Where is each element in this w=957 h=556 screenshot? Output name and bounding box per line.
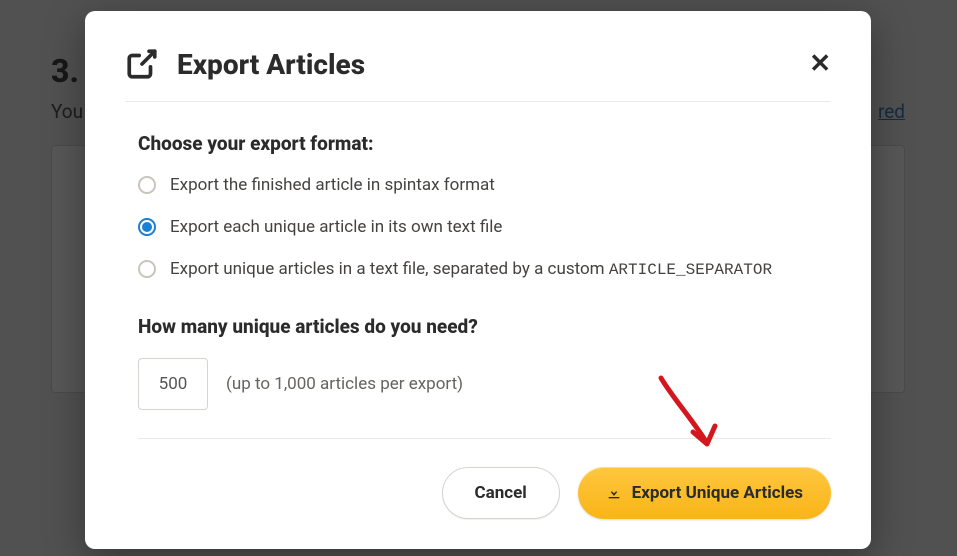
article-count-row: (up to 1,000 articles per export) — [138, 358, 831, 439]
export-format-radio-group: Export the finished article in spintax f… — [138, 175, 831, 279]
radio-label: Export unique articles in a text file, s… — [170, 259, 772, 279]
close-icon[interactable]: ✕ — [809, 51, 831, 77]
radio-icon — [138, 218, 156, 236]
article-count-hint: (up to 1,000 articles per export) — [226, 374, 463, 394]
separator-code: ARTICLE_SEPARATOR — [609, 261, 772, 279]
export-unique-articles-button[interactable]: Export Unique Articles — [578, 467, 831, 519]
modal-title: Export Articles — [177, 48, 365, 81]
radio-icon — [138, 176, 156, 194]
modal-title-wrap: Export Articles — [125, 47, 365, 81]
export-button-label: Export Unique Articles — [632, 483, 803, 503]
step-intro: You — [51, 100, 83, 123]
radio-label: Export the finished article in spintax f… — [170, 175, 495, 195]
radio-icon — [138, 260, 156, 278]
modal-buttons: Cancel Export Unique Articles — [125, 467, 831, 519]
download-icon — [606, 485, 622, 501]
radio-label: Export each unique article in its own te… — [170, 217, 502, 237]
radio-option-unique-files[interactable]: Export each unique article in its own te… — [138, 217, 831, 237]
modal-header: Export Articles ✕ — [125, 47, 831, 102]
cancel-button-label: Cancel — [475, 483, 527, 503]
article-count-input[interactable] — [138, 358, 208, 410]
step-link: red — [878, 100, 905, 123]
export-articles-modal: Export Articles ✕ Choose your export for… — [85, 11, 871, 549]
radio-label-text: Export unique articles in a text file, s… — [170, 259, 609, 279]
step-number: 3. — [51, 52, 79, 90]
external-link-icon — [125, 47, 159, 81]
cancel-button[interactable]: Cancel — [442, 467, 560, 519]
radio-option-separator[interactable]: Export unique articles in a text file, s… — [138, 259, 831, 279]
format-label: Choose your export format: — [138, 132, 831, 155]
radio-option-spintax[interactable]: Export the finished article in spintax f… — [138, 175, 831, 195]
count-label: How many unique articles do you need? — [138, 315, 831, 338]
